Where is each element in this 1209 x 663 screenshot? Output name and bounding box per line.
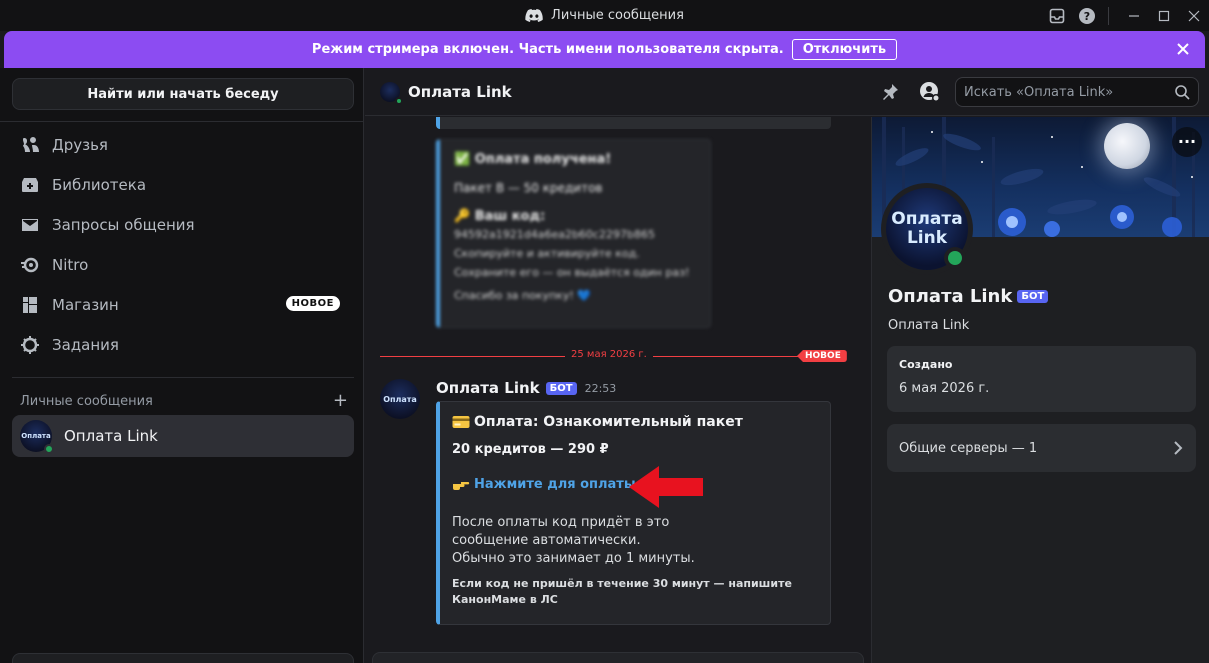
message-input-box[interactable] (372, 652, 864, 663)
embed-description: После оплаты код придёт в это сообщение … (452, 515, 695, 566)
search-icon (1175, 85, 1190, 100)
mutual-servers-button[interactable]: Общие серверы — 1 (887, 424, 1196, 472)
close-window-button[interactable] (1179, 0, 1209, 31)
profile-username: Оплата Link (888, 318, 970, 333)
user-profile-icon[interactable] (915, 77, 945, 107)
user-panel (12, 653, 354, 663)
new-badge: НОВОЕ (285, 296, 340, 311)
minimize-button[interactable] (1119, 0, 1149, 31)
search-input[interactable]: Искать «Оплата Link» (955, 77, 1199, 107)
inbox-icon[interactable] (1042, 0, 1072, 31)
profile-name: Оплата Link БОТ (888, 286, 1049, 307)
created-card: Создано 6 мая 2026 г. (887, 346, 1196, 412)
sidebar-item-label: Задания (52, 336, 119, 354)
dm-header-label: Личные сообщения (20, 393, 153, 409)
dm-list-header: Личные сообщения + (20, 392, 348, 410)
search-placeholder: Искать «Оплата Link» (964, 84, 1114, 100)
find-conversation-button[interactable]: Найти или начать беседу (12, 78, 354, 110)
shop-icon (23, 297, 37, 313)
profile-display-name: Оплата Link (888, 286, 1013, 307)
window-title-text: Личные сообщения (551, 8, 684, 23)
date-divider-label: 25 мая 2026 г. (565, 349, 653, 360)
moon-image (1104, 123, 1150, 169)
window-title: Личные сообщения (525, 8, 684, 23)
sidebar-item-shop[interactable]: Магазин НОВОЕ (12, 285, 354, 325)
embed-amount: 20 кредитов — 290 ₽ (452, 442, 609, 457)
create-dm-icon[interactable]: + (333, 392, 348, 410)
sidebar-item-label: Магазин (52, 296, 119, 314)
sidebar-item-label: Запросы общения (52, 216, 195, 234)
sidebar-item-library[interactable]: Библиотека (12, 165, 354, 205)
online-status-icon (395, 96, 403, 105)
discord-logo-icon (525, 9, 543, 22)
chat-header: Оплата Link Искать «Оплата Link» (365, 68, 1209, 116)
svg-text:?: ? (1084, 10, 1090, 23)
avatar (380, 81, 403, 105)
library-icon (22, 178, 38, 192)
message-header: Оплата Link БОТ 22:53 (436, 379, 616, 397)
chevron-right-icon (1174, 441, 1183, 455)
sidebar-nav: Друзья Библиотека Запросы общения Nitro … (12, 125, 354, 365)
disable-streamer-button[interactable]: Отключить (791, 39, 898, 60)
sidebar-item-friends[interactable]: Друзья (12, 125, 354, 165)
close-banner-icon[interactable] (1175, 41, 1191, 57)
embed-title: Оплата: Ознакомительный пакет (452, 414, 818, 430)
quests-icon (21, 336, 39, 354)
friends-icon (23, 137, 39, 152)
mutual-servers-label: Общие серверы — 1 (899, 440, 1038, 456)
maximize-button[interactable] (1149, 0, 1179, 31)
streamer-mode-text: Режим стримера включен. Часть имени поль… (311, 42, 784, 57)
pin-icon[interactable] (875, 77, 905, 107)
avatar[interactable]: Оплата (380, 379, 420, 419)
online-status-icon (944, 247, 966, 269)
dm-sidebar: Найти или начать беседу Друзья Библиотек… (0, 68, 364, 663)
credit-card-icon (452, 416, 470, 428)
sidebar-item-quests[interactable]: Задания (12, 325, 354, 365)
message-timestamp: 22:53 (584, 381, 617, 395)
sidebar-item-nitro[interactable]: Nitro (12, 245, 354, 285)
blurred-embed: ✅ Оплата получена! Пакет B — 50 кредитов… (436, 139, 711, 328)
created-label: Создано (899, 358, 953, 371)
sidebar-item-message-requests[interactable]: Запросы общения (12, 205, 354, 245)
online-status-icon (44, 444, 54, 454)
more-options-icon[interactable]: ··· (1172, 127, 1202, 157)
dm-item-name: Оплата Link (64, 427, 158, 445)
embed-footer-note: Если код не пришёл в течение 30 минут — … (452, 577, 792, 606)
sidebar-item-label: Друзья (52, 136, 108, 154)
pay-link[interactable]: Нажмите для оплаты (474, 477, 636, 492)
user-profile-panel: ··· Оплата Link Оплата Link БОТ Оплата Li… (871, 117, 1209, 663)
sidebar-item-label: Nitro (52, 256, 89, 274)
channel-title: Оплата Link (408, 82, 512, 101)
red-arrow-icon (629, 466, 703, 508)
title-bar: Личные сообщения ? (0, 0, 1209, 31)
pointing-hand-icon (453, 481, 470, 490)
sidebar-item-label: Библиотека (52, 176, 147, 194)
message-author[interactable]: Оплата Link (436, 379, 540, 397)
mail-icon (22, 219, 38, 231)
new-messages-flag: НОВОЕ (797, 350, 847, 362)
payment-embed: Оплата: Ознакомительный пакет 20 кредито… (436, 401, 831, 625)
previous-embed (436, 117, 831, 129)
nitro-icon (21, 257, 39, 273)
bot-tag: БОТ (545, 381, 577, 395)
help-icon[interactable]: ? (1072, 0, 1102, 31)
created-value: 6 мая 2026 г. (899, 381, 990, 396)
bot-tag: БОТ (1017, 290, 1049, 303)
dm-item-oplata-link[interactable]: Оплата Оплата Link (12, 415, 354, 457)
avatar: Оплата (20, 420, 54, 454)
message-list: ✅ Оплата получена! Пакет B — 50 кредитов… (365, 117, 871, 663)
streamer-mode-banner: Режим стримера включен. Часть имени поль… (4, 31, 1205, 68)
